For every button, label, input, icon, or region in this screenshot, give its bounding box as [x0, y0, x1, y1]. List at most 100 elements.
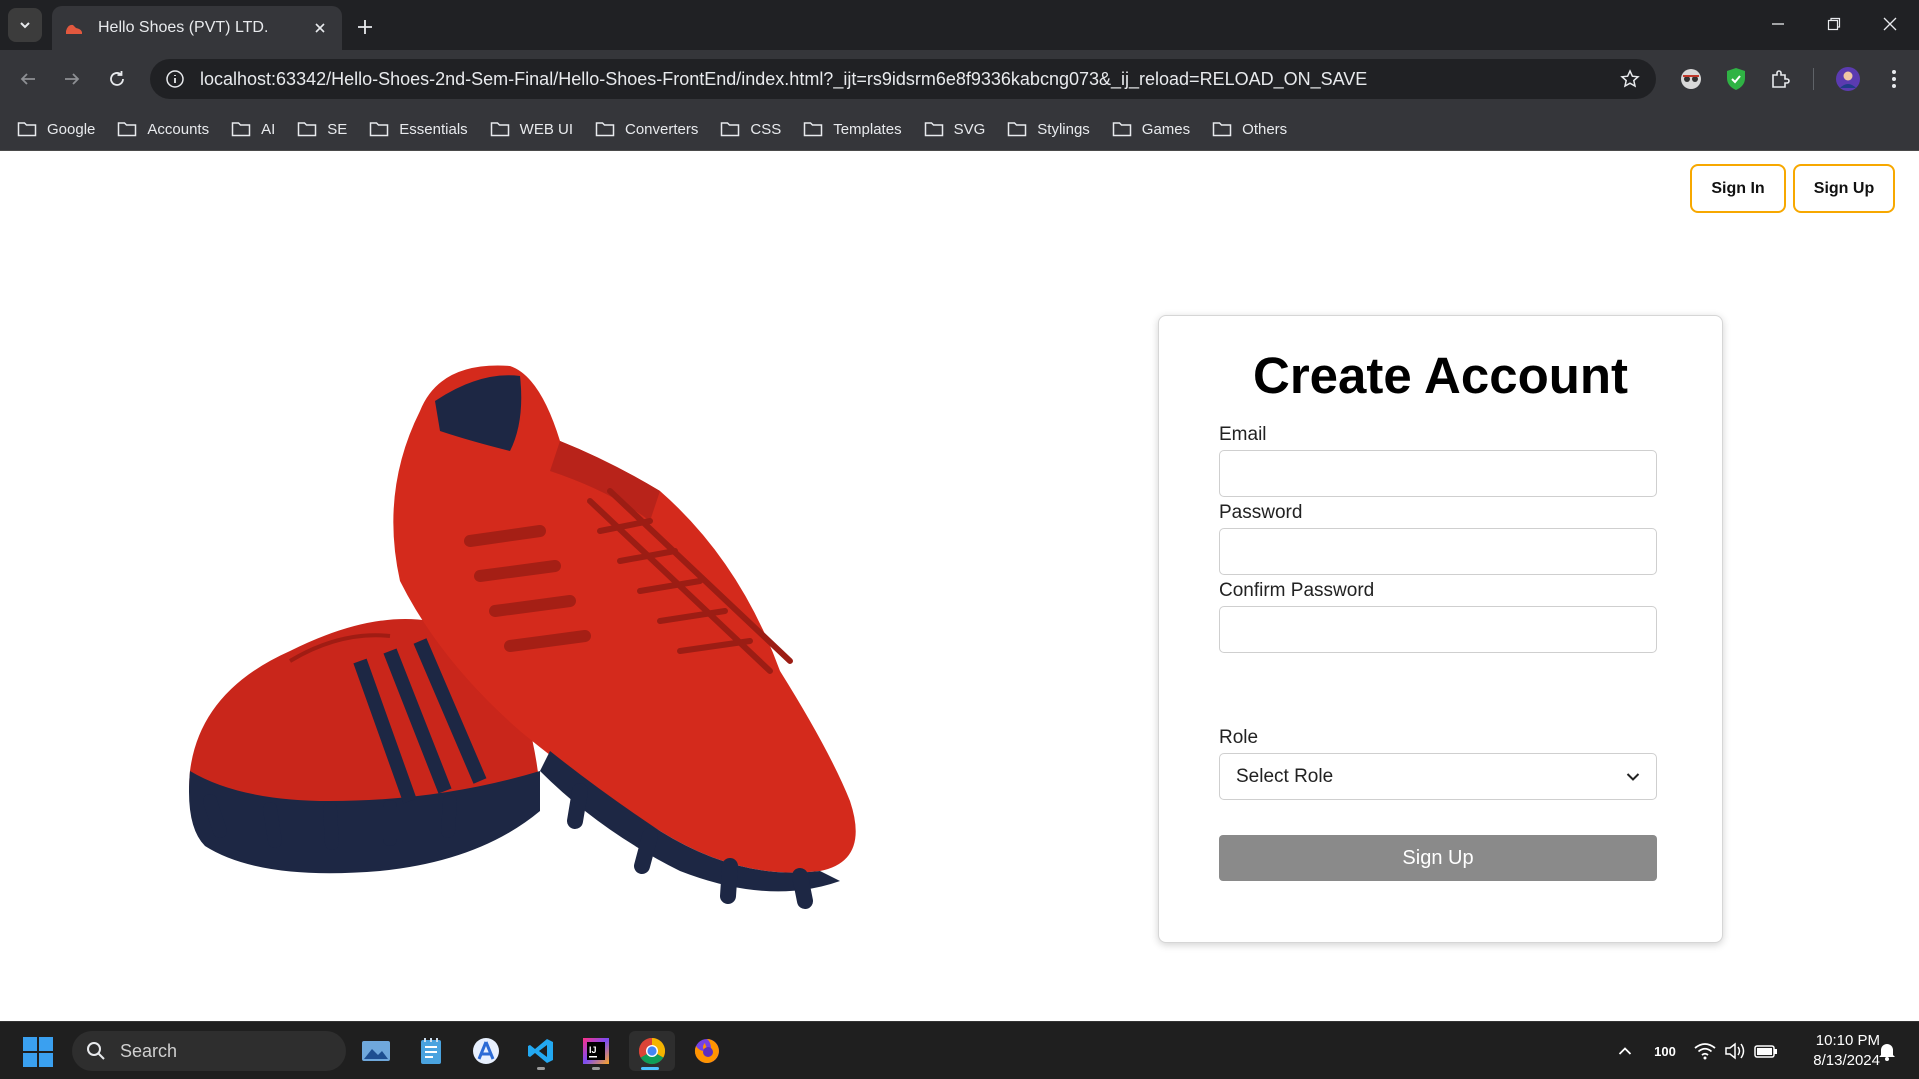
- close-tab-icon[interactable]: [310, 18, 330, 38]
- address-bar[interactable]: localhost:63342/Hello-Shoes-2nd-Sem-Fina…: [150, 59, 1656, 99]
- football-boots-image: [189, 365, 856, 909]
- chevron-down-icon: [1626, 772, 1640, 781]
- bookmark-folder-web-ui[interactable]: WEB UI: [490, 121, 573, 138]
- folder-icon: [297, 121, 317, 137]
- forward-button[interactable]: [55, 62, 89, 96]
- bookmark-label: AI: [261, 120, 276, 138]
- svg-text:IJ: IJ: [589, 1045, 597, 1055]
- bookmark-folder-svg[interactable]: SVG: [924, 120, 986, 138]
- taskbar-firefox-app[interactable]: [686, 1031, 728, 1071]
- bookmark-label: WEB UI: [519, 120, 573, 138]
- bookmark-folder-se[interactable]: SE: [297, 121, 347, 138]
- folder-icon: [369, 121, 389, 137]
- minimize-icon: [1772, 23, 1784, 25]
- minimize-button[interactable]: [1750, 0, 1806, 48]
- browser-toolbar: localhost:63342/Hello-Shoes-2nd-Sem-Fina…: [0, 50, 1919, 108]
- bookmark-folder-converters[interactable]: Converters: [595, 121, 698, 138]
- reload-button[interactable]: [100, 62, 134, 96]
- new-tab-button[interactable]: [350, 12, 380, 42]
- close-icon: [1883, 17, 1897, 31]
- bookmark-folder-google[interactable]: Google: [17, 121, 95, 138]
- taskbar-vscode-app[interactable]: [520, 1031, 562, 1071]
- bookmark-label: Google: [47, 120, 96, 138]
- volume-icon[interactable]: [1722, 1038, 1748, 1064]
- app-store-icon: [473, 1038, 499, 1064]
- folder-icon: [117, 121, 137, 137]
- folder-icon: [231, 121, 251, 137]
- arrow-right-icon: [65, 73, 80, 85]
- tray-overflow-button[interactable]: [1612, 1038, 1638, 1064]
- taskbar-app-store-icon[interactable]: [465, 1031, 507, 1071]
- bookmark-star-icon[interactable]: [1618, 67, 1642, 91]
- bookmark-folder-games[interactable]: Games: [1112, 121, 1190, 138]
- taskbar-clock[interactable]: 10:10 PM 8/13/2024: [1790, 1031, 1880, 1071]
- folder-icon: [1007, 121, 1027, 137]
- bookmark-folder-accounts[interactable]: Accounts: [117, 121, 209, 138]
- bookmark-folder-others[interactable]: Others: [1212, 121, 1287, 138]
- bookmarks-bar: Google Accounts AI SE Essentials WEB UI …: [0, 108, 1919, 151]
- extension-shield-icon[interactable]: [1721, 64, 1751, 94]
- chrome-icon: [638, 1037, 666, 1065]
- taskbar-chrome-app[interactable]: [629, 1031, 675, 1071]
- running-indicator: [641, 1067, 659, 1070]
- tab-search-button[interactable]: [8, 8, 42, 42]
- intellij-icon: IJ: [583, 1038, 609, 1064]
- folder-icon: [1112, 121, 1132, 137]
- shoe-favicon-icon: [64, 18, 84, 38]
- folder-icon: [924, 121, 944, 137]
- close-window-button[interactable]: [1862, 0, 1918, 48]
- folder-icon: [720, 121, 740, 137]
- chevron-up-icon: [1618, 1047, 1632, 1055]
- role-select[interactable]: Select Role: [1219, 753, 1657, 800]
- taskbar-photos-app[interactable]: [355, 1031, 397, 1071]
- bookmark-folder-stylings[interactable]: Stylings: [1007, 121, 1090, 138]
- windows-taskbar: Search IJ 100 10:10 PM 8/13/2024: [0, 1021, 1919, 1079]
- windows-start-icon[interactable]: [22, 1036, 54, 1068]
- restore-icon: [1827, 17, 1841, 31]
- sign-up-submit-button[interactable]: Sign Up: [1219, 835, 1657, 881]
- password-field[interactable]: [1219, 528, 1657, 575]
- running-indicator: [592, 1067, 600, 1070]
- tab-strip: Hello Shoes (PVT) LTD.: [0, 0, 1919, 50]
- bookmark-folder-templates[interactable]: Templates: [803, 120, 902, 138]
- browser-menu-icon[interactable]: [1879, 64, 1909, 94]
- toolbar-divider: [1813, 68, 1814, 90]
- back-button[interactable]: [11, 62, 45, 96]
- taskbar-notepad-app[interactable]: [410, 1031, 452, 1071]
- bookmark-label: Templates: [833, 120, 902, 138]
- role-label: Role: [1219, 727, 1259, 748]
- bookmark-label: CSS: [750, 120, 782, 138]
- profile-avatar[interactable]: [1833, 64, 1863, 94]
- site-info-icon[interactable]: [164, 68, 186, 90]
- bookmark-folder-ai[interactable]: AI: [231, 121, 275, 138]
- bookmark-folder-css[interactable]: CSS: [720, 121, 781, 138]
- folder-icon: [490, 121, 510, 137]
- email-field[interactable]: [1219, 450, 1657, 497]
- bookmark-label: SE: [327, 120, 348, 138]
- sign-up-nav-button[interactable]: Sign Up: [1793, 164, 1895, 213]
- clock-time: 10:10 PM: [1815, 1032, 1880, 1049]
- bookmark-label: Essentials: [399, 120, 468, 138]
- wifi-icon[interactable]: [1692, 1038, 1718, 1064]
- url-text[interactable]: localhost:63342/Hello-Shoes-2nd-Sem-Fina…: [200, 69, 1618, 90]
- create-account-card: Create Account Email Password Confirm Pa…: [1158, 315, 1723, 943]
- restore-button[interactable]: [1806, 0, 1862, 48]
- browser-tab[interactable]: Hello Shoes (PVT) LTD.: [52, 6, 342, 50]
- taskbar-search-box[interactable]: Search: [72, 1031, 346, 1071]
- firefox-icon: [694, 1039, 719, 1063]
- email-label: Email: [1219, 424, 1267, 445]
- battery-icon[interactable]: [1752, 1038, 1780, 1064]
- search-icon: [86, 1040, 108, 1062]
- bookmark-label: Stylings: [1037, 120, 1090, 138]
- taskbar-intellij-app[interactable]: IJ: [575, 1031, 617, 1071]
- bookmark-folder-essentials[interactable]: Essentials: [369, 120, 468, 138]
- photos-icon: [362, 1041, 390, 1061]
- bookmark-label: SVG: [953, 120, 986, 138]
- role-select-value: Select Role: [1236, 765, 1334, 787]
- confirm-password-field[interactable]: [1219, 606, 1657, 653]
- notification-bell-icon[interactable]: [1874, 1038, 1900, 1064]
- sign-in-button[interactable]: Sign In: [1690, 164, 1786, 213]
- bookmark-label: Games: [1141, 120, 1191, 138]
- extension-mask-icon[interactable]: [1676, 64, 1706, 94]
- extensions-puzzle-icon[interactable]: [1766, 64, 1796, 94]
